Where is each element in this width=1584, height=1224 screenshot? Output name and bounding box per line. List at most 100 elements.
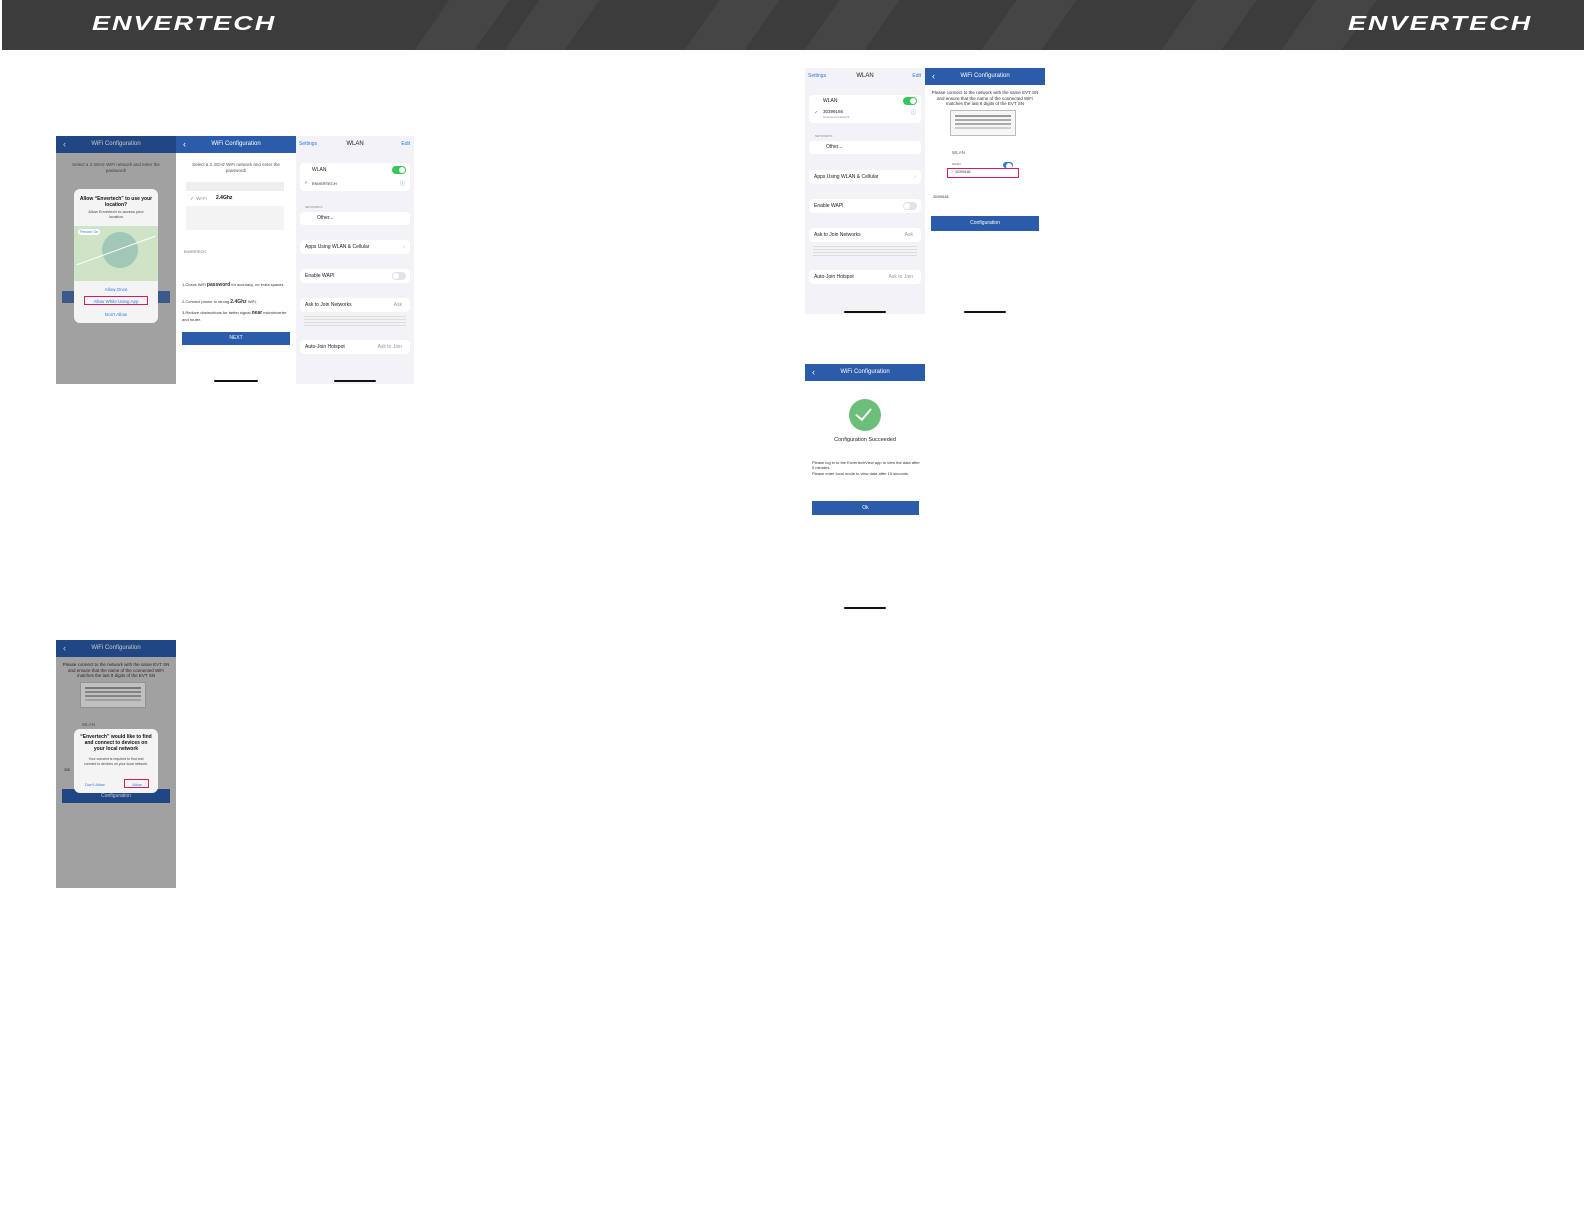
screen-wifi-config: ‹ WiFi Configuration Select a 2.4GHz WiFi… [176,136,296,384]
enable-wapi-row: Enable WAPI [300,269,410,283]
app-title-bar: ‹ WiFi Configuration [805,364,925,381]
wifi-label: ✓ Wi-Fi [190,196,207,202]
configuration-button[interactable]: Configuration [931,216,1039,231]
success-check-icon [849,399,881,431]
instruction-text: Select a 2.4GHz WiFi network and enter t… [192,162,280,173]
dialog-subtitle: Allow Envertech to access your location [88,209,144,219]
note-2: 2.Connect phone to strong 2.4Ghz WiFi. [182,299,257,305]
connected-network[interactable]: 30399166 [823,109,843,114]
other-network-row[interactable]: Other... [300,212,410,225]
other-network-row[interactable]: Other... [809,141,921,154]
ssid-text: ✓ 30399166 [951,170,971,174]
precise-badge[interactable]: Precise: On [78,229,101,235]
settings-back-link[interactable]: Settings [808,68,826,85]
networks-header: NETWORKS [305,205,323,209]
connected-network[interactable]: ENVERTECH [312,181,337,186]
ask-to-join-row[interactable]: Ask to Join Networks Ask [300,298,410,312]
dialog-body: Your consent is required to find and con… [83,757,148,766]
app-title-bar: ‹ WiFi Configuration [925,68,1045,85]
screen-title: WiFi Configuration [211,141,261,147]
envertech-logo-right: ENVERTECH [1348,13,1533,35]
app-title-bar: ‹ WiFi Configuration [176,136,296,153]
apps-using-wlan-row[interactable]: Apps Using WLAN & Cellular › [300,240,410,254]
home-indicator [844,607,886,609]
wifi-dropdown-shadow [186,182,284,191]
dont-allow-button[interactable]: Don't Allow [74,782,116,787]
note-1: 1.Check WiFi password for accuracy, no e… [182,282,285,288]
network-name: ENVERTECH [184,250,206,254]
header-bar-left: ENVERTECH [2,0,939,50]
settings-back-link[interactable]: Settings [299,136,317,153]
nav-title: WLAN [346,141,364,147]
ios-nav-bar: Settings WLAN Edit [296,136,414,153]
chevron-right-icon: › [403,244,405,250]
allow-once-option[interactable]: Allow Once [74,287,158,292]
device-label-image [950,110,1016,136]
screen-ios-wlan-inverter: Settings WLAN Edit WLAN ✓ 30399166 Unsec… [805,68,925,314]
auto-join-row[interactable]: Auto-Join Hotspot Ask to Join [300,340,410,354]
apps-using-wlan-row[interactable]: Apps Using WLAN & Cellular › [809,170,921,184]
manual-page: ENVERTECH ENVERTECH ‹ WiFi Configuration … [0,0,1584,1224]
screen-ios-wlan: Settings WLAN Edit WLAN ✓ ENVERTECH ⓘ NE… [296,136,414,384]
highlight-box [124,779,149,788]
dialog-title: “Envertech” would like to find and conne… [80,734,152,752]
success-status: Configuration Succeeded [834,437,896,443]
local-network-dialog: “Envertech” would like to find and conne… [74,729,158,793]
wapi-toggle[interactable] [392,272,406,280]
networks-header: NETWORKS [815,134,833,138]
sn-row: 30399166 [933,195,949,199]
instruction-text: Please connect to the network with the s… [931,90,1039,106]
ios-nav-bar: Settings WLAN Edit [805,68,925,85]
screen-title: WiFi Configuration [840,369,890,375]
enable-wapi-row: Enable WAPI [809,199,921,213]
screen-local-network-permission: ‹ WiFi Configuration Please connect to th… [56,640,176,888]
nav-title: WLAN [856,73,874,79]
screen-configuration-success: ‹ WiFi Configuration Configuration Succee… [805,364,925,610]
screen-wifi-config-sn: ‹ WiFi Configuration Please connect to th… [925,68,1045,314]
back-icon[interactable]: ‹ [812,364,815,381]
info-icon[interactable]: ⓘ [911,109,916,116]
home-indicator [844,311,886,313]
wlan-label: WLAN [312,167,327,173]
home-indicator [214,380,258,382]
wapi-toggle[interactable] [903,202,917,210]
note-3: 3.Reduce obstructions for better signal … [182,310,287,322]
wlan-small-label: WLAN [952,162,961,166]
location-dialog: Allow “Envertech” to use your location? … [74,189,158,323]
dialog-title: Allow “Envertech” to use your location? [79,196,153,208]
edit-link[interactable]: Edit [912,68,921,85]
wifi-name-field[interactable]: 2.4Ghz [216,195,232,202]
highlight-box [84,296,148,305]
success-line-2: Please enter local mode to view data aft… [812,471,910,476]
wlan-label: WLAN [952,150,966,155]
wlan-group: WLAN ✓ ENVERTECH ⓘ [300,163,410,191]
ask-to-join-row[interactable]: Ask to Join Networks Ask [809,228,921,242]
wlan-group: WLAN ✓ 30399166 Unsecured Network ⓘ [809,95,921,123]
chevron-right-icon: › [914,174,916,180]
checkmark-icon: ✓ [814,110,819,116]
auto-join-row[interactable]: Auto-Join Hotspot Ask to Join [809,270,921,284]
next-button[interactable]: NEXT [182,332,290,345]
checkmark-icon: ✓ [304,180,309,186]
dont-allow-option[interactable]: Don't Allow [74,312,158,317]
wlan-toggle[interactable] [392,166,406,174]
ok-button[interactable]: Ok [812,501,919,515]
screen-title: WiFi Configuration [960,73,1010,79]
home-indicator [334,380,376,382]
wlan-toggle[interactable] [903,97,917,105]
wlan-label: WLAN [823,98,838,104]
network-subtitle: Unsecured Network [823,115,850,119]
home-indicator [964,311,1006,313]
back-icon[interactable]: ‹ [932,68,935,85]
back-icon[interactable]: ‹ [183,136,186,153]
edit-link[interactable]: Edit [401,136,410,153]
success-line-1: Please log in to the EnvertechView app t… [812,460,920,470]
header-bar-right: ENVERTECH [939,0,1584,50]
footnote-text [304,314,406,328]
info-icon[interactable]: ⓘ [400,180,405,187]
wifi-list-blur [186,206,284,230]
screen-location-permission: ‹ WiFi Configuration Select a 2.4GHz WiFi… [56,136,176,384]
location-map: Precise: On [74,226,158,281]
footnote-text [813,244,917,258]
envertech-logo-left: ENVERTECH [92,13,277,35]
